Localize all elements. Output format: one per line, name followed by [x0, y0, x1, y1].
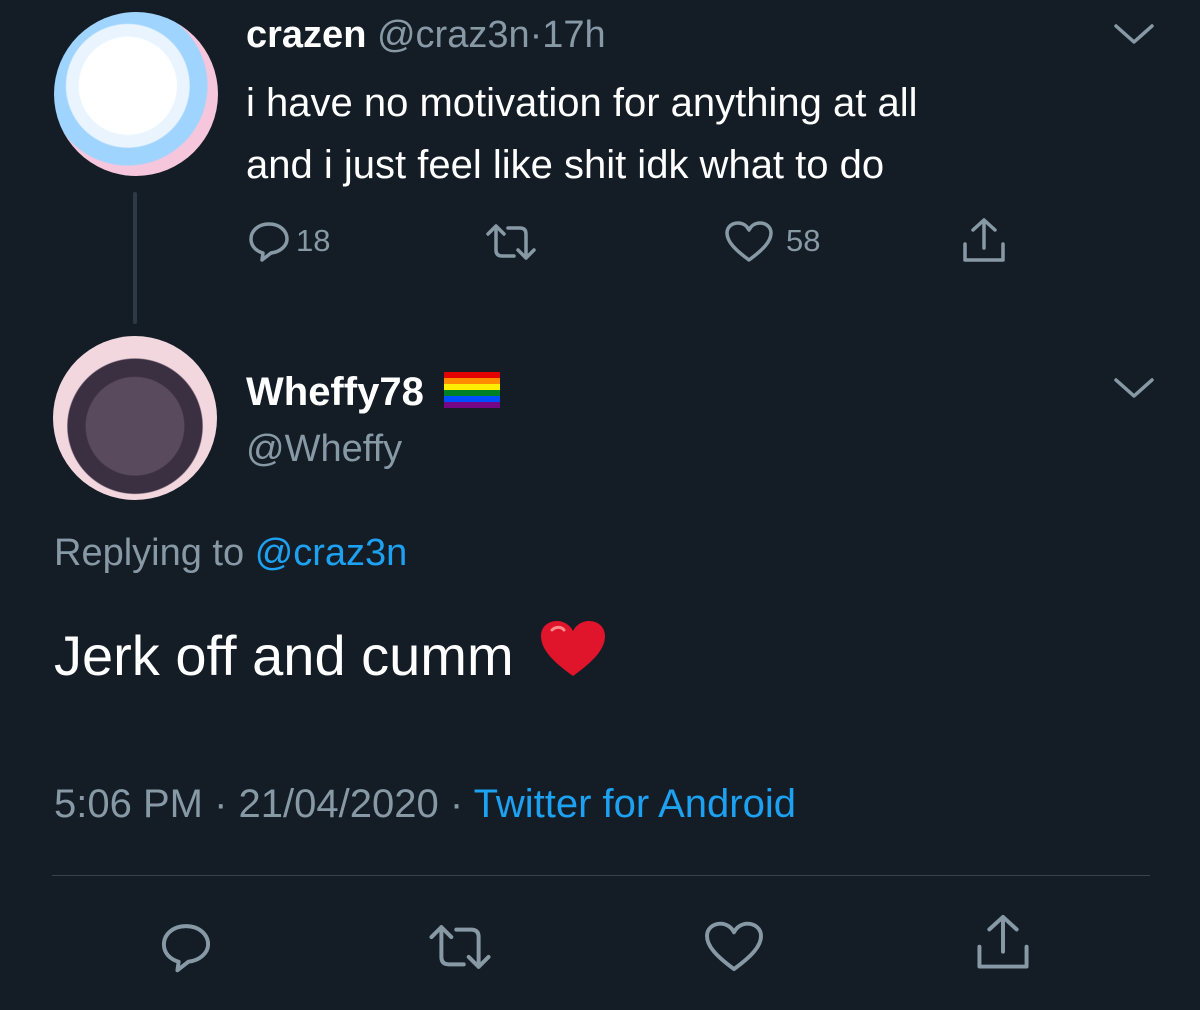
main-tweet-text: Jerk off and cumm	[54, 618, 608, 693]
parent-time[interactable]: 17h	[542, 14, 605, 56]
tweet-metadata: 5:06 PM · 21/04/2020 · Twitter for Andro…	[54, 782, 796, 827]
like-icon[interactable]	[724, 220, 774, 264]
tweet-date: 21/04/2020	[238, 782, 439, 826]
chevron-down-icon[interactable]	[1112, 22, 1156, 48]
divider	[52, 875, 1150, 876]
avatar-crazen[interactable]	[54, 12, 218, 176]
meta-separator-1: ·	[214, 782, 228, 826]
avatar-wheffy78[interactable]	[53, 336, 217, 500]
reply-icon[interactable]	[247, 219, 291, 263]
share-icon[interactable]	[972, 912, 1034, 974]
replying-handle-link[interactable]: @craz3n	[255, 532, 408, 574]
retweet-icon[interactable]	[482, 222, 540, 262]
header-separator: ·	[529, 14, 543, 56]
reply-icon[interactable]	[159, 920, 213, 974]
main-text: Jerk off and cumm	[54, 624, 514, 687]
heart-emoji	[538, 618, 608, 693]
reply-count: 18	[296, 223, 331, 258]
tweet-source-link[interactable]: Twitter for Android	[474, 782, 796, 826]
like-count: 58	[786, 223, 821, 258]
parent-text-line-2: and i just feel like shit idk what to do	[246, 143, 885, 187]
parent-display-name[interactable]: crazen	[246, 14, 366, 56]
parent-tweet-text: i have no motivation for anything at all…	[246, 72, 918, 196]
main-display-name[interactable]: Wheffy78	[246, 370, 424, 415]
chevron-down-icon[interactable]	[1112, 376, 1156, 402]
replying-to: Replying to @craz3n	[54, 532, 407, 575]
meta-separator-2: ·	[449, 782, 464, 826]
tweet-time: 5:06 PM	[54, 782, 203, 826]
main-handle[interactable]: @Wheffy	[246, 428, 402, 471]
like-icon[interactable]	[703, 920, 765, 974]
parent-handle[interactable]: @craz3n	[377, 14, 530, 56]
parent-tweet-header: crazen @craz3n·17h	[246, 14, 606, 57]
rainbow-flag-icon	[443, 372, 500, 413]
replying-prefix: Replying to	[54, 532, 245, 574]
retweet-icon[interactable]	[424, 922, 496, 972]
thread-connector	[133, 192, 137, 324]
share-icon[interactable]	[959, 216, 1009, 266]
parent-text-line-1: i have no motivation for anything at all	[246, 81, 918, 125]
main-tweet-author: Wheffy78	[246, 370, 500, 415]
